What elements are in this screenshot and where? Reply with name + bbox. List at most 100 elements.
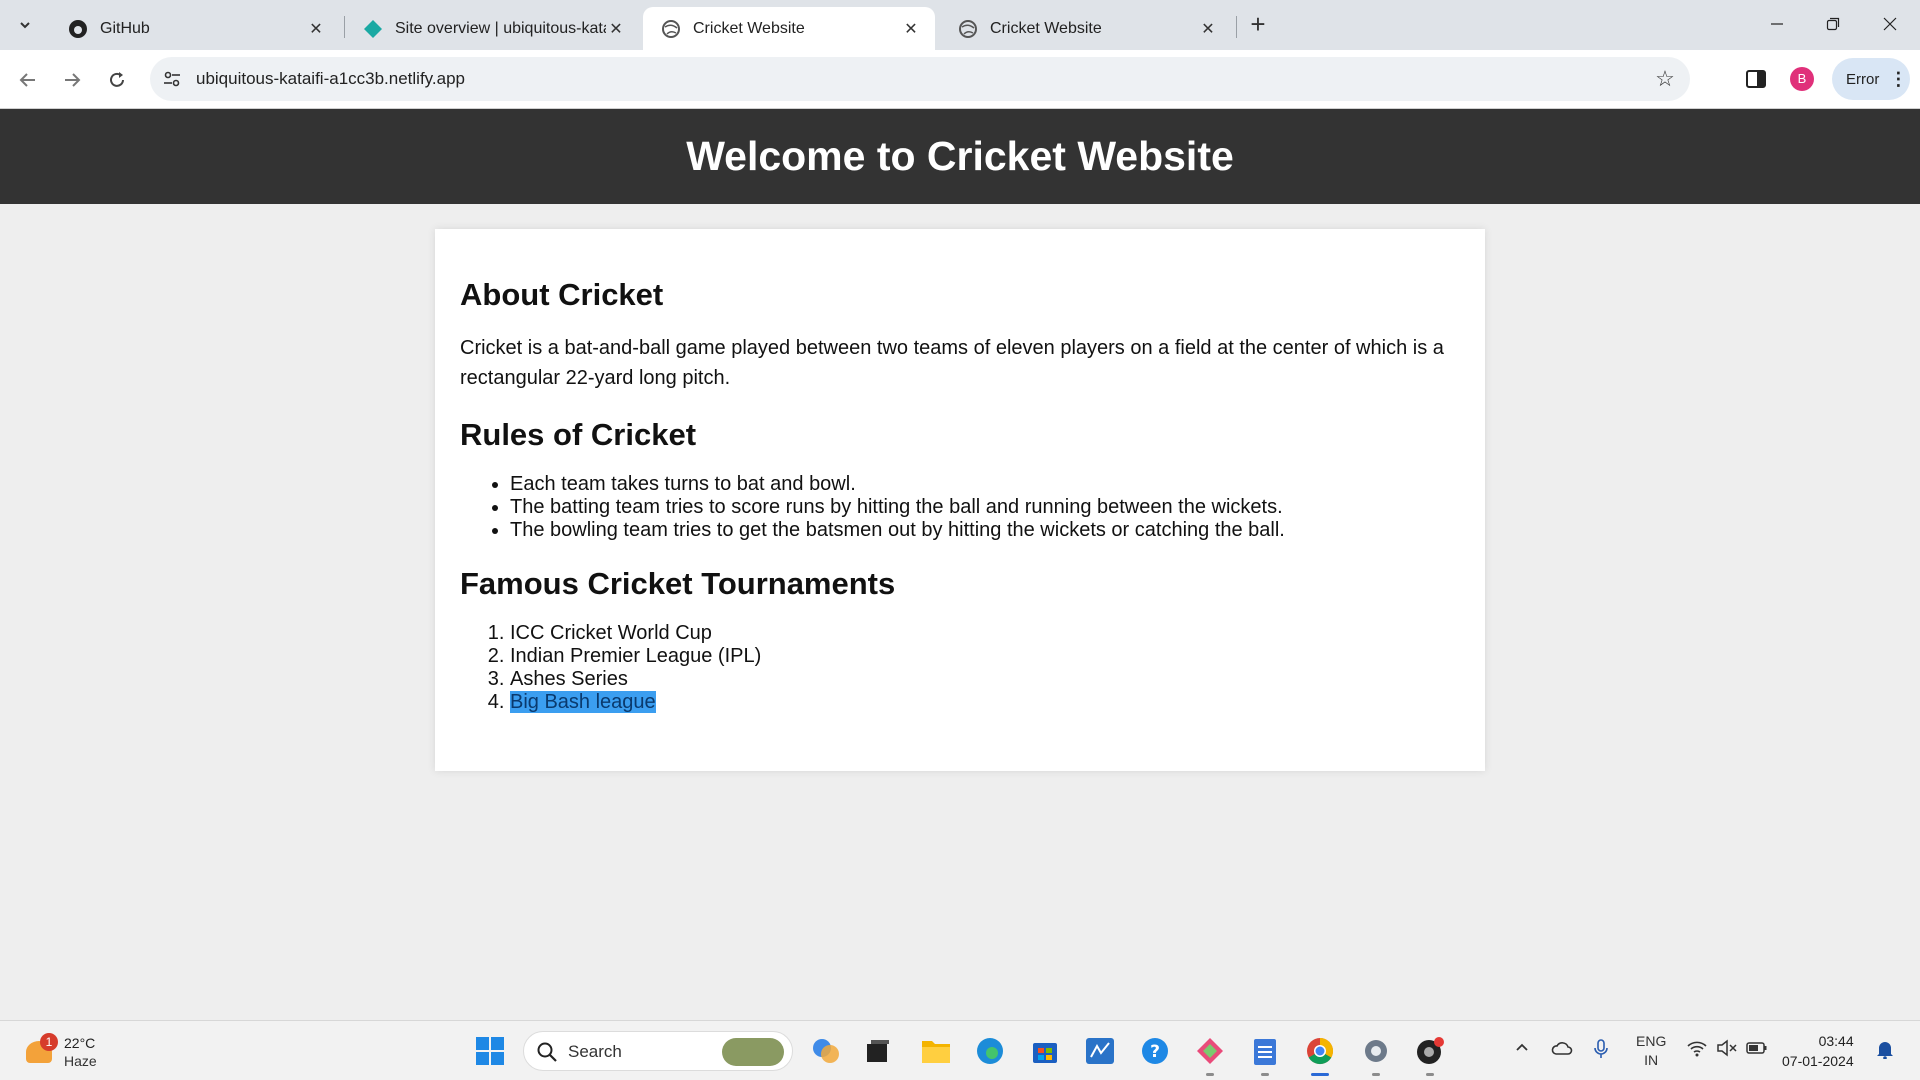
task-view-app[interactable] <box>860 1033 896 1069</box>
clock-time: 03:44 <box>1818 1033 1854 1049</box>
notification-badge: 1 <box>40 1033 58 1051</box>
address-bar[interactable]: ubiquitous-kataifi-a1cc3b.netlify.app ☆ <box>150 57 1690 101</box>
show-hidden-icons[interactable] <box>1514 1039 1530 1059</box>
arrow-left-icon <box>19 73 35 87</box>
bookmark-star-icon[interactable]: ☆ <box>1652 66 1678 92</box>
close-tab-icon[interactable]: ✕ <box>1198 19 1218 39</box>
chevron-up-icon <box>1516 1043 1528 1051</box>
store-app[interactable] <box>1027 1033 1063 1069</box>
search-highlight-image <box>722 1038 784 1066</box>
notepad-app[interactable] <box>1247 1033 1283 1069</box>
url-text[interactable]: ubiquitous-kataifi-a1cc3b.netlify.app <box>196 69 465 89</box>
edge-app[interactable] <box>972 1033 1008 1069</box>
microphone-icon <box>1594 1039 1608 1058</box>
region-code: IN <box>1644 1052 1659 1068</box>
tab-title: Site overview | ubiquitous-kataifi <box>395 19 606 37</box>
microphone-tray[interactable] <box>1593 1039 1609 1063</box>
tab-cricket[interactable]: Cricket Website ✕ <box>940 7 1232 50</box>
tab-title: Cricket Website <box>990 19 1102 37</box>
task-view-icon <box>867 1040 889 1062</box>
help-app[interactable]: ? <box>1137 1033 1173 1069</box>
error-menu-button[interactable]: Error ⋮ <box>1832 58 1910 100</box>
onedrive-tray[interactable] <box>1551 1039 1573 1061</box>
obs-app[interactable] <box>1412 1033 1448 1069</box>
side-panel-icon[interactable] <box>1742 65 1770 93</box>
netlify-icon <box>363 19 383 39</box>
restore-button[interactable] <box>1813 6 1853 42</box>
wifi-tray[interactable] <box>1686 1039 1708 1061</box>
cloud-icon <box>1551 1042 1573 1055</box>
mylic-app[interactable] <box>1082 1033 1118 1069</box>
taskbar: 1 22°C Haze Search ? ENG IN 03:44 07-01-… <box>0 1020 1920 1080</box>
chrome-app[interactable] <box>1302 1033 1338 1069</box>
list-item: Big Bash league <box>510 691 1460 714</box>
clock-date: 07-01-2024 <box>1782 1053 1854 1069</box>
diamond-app-icon <box>1197 1038 1223 1064</box>
profile-avatar[interactable]: B <box>1790 67 1814 91</box>
close-tab-icon[interactable]: ✕ <box>306 19 326 39</box>
battery-icon <box>1746 1042 1767 1054</box>
back-button[interactable] <box>12 64 44 96</box>
new-tab-button[interactable]: + <box>1244 11 1272 39</box>
close-tab-icon[interactable]: ✕ <box>901 19 921 39</box>
selected-text: Big Bash league <box>510 691 656 713</box>
tab-github[interactable]: GitHub ✕ <box>50 7 340 50</box>
gear-icon <box>1365 1040 1387 1062</box>
system-clock[interactable]: 03:44 07-01-2024 <box>1782 1031 1854 1071</box>
about-section: About Cricket Cricket is a bat-and-ball … <box>460 277 1460 393</box>
folder-icon <box>922 1041 950 1063</box>
tournaments-section: Famous Cricket Tournaments ICC Cricket W… <box>460 566 1460 714</box>
file-explorer-app[interactable] <box>918 1033 954 1069</box>
github-icon <box>68 19 88 39</box>
minimize-icon <box>1771 23 1783 25</box>
reload-button[interactable] <box>101 64 133 96</box>
start-button[interactable] <box>472 1033 508 1069</box>
copilot-app[interactable] <box>808 1033 844 1069</box>
help-icon: ? <box>1142 1038 1168 1064</box>
volume-muted-icon <box>1717 1039 1737 1057</box>
about-heading: About Cricket <box>460 277 664 312</box>
notepad-icon <box>1254 1039 1276 1065</box>
chevron-down-icon <box>20 22 30 29</box>
globe-icon <box>958 19 978 39</box>
tab-title: Cricket Website <box>693 19 805 37</box>
dev-tool-app[interactable] <box>1192 1033 1228 1069</box>
taskbar-search[interactable]: Search <box>523 1031 793 1071</box>
tab-cricket-active[interactable]: Cricket Website ✕ <box>643 7 935 50</box>
list-item: ICC Cricket World Cup <box>510 622 1460 645</box>
browser-toolbar: ubiquitous-kataifi-a1cc3b.netlify.app ☆ … <box>0 50 1920 109</box>
close-icon <box>1883 17 1897 31</box>
tournaments-list: ICC Cricket World Cup Indian Premier Lea… <box>460 622 1460 714</box>
forward-button[interactable] <box>56 64 88 96</box>
search-icon <box>537 1042 557 1062</box>
close-tab-icon[interactable]: ✕ <box>606 19 626 39</box>
running-indicator <box>1261 1073 1269 1076</box>
about-text: Cricket is a bat-and-ball game played be… <box>460 337 1444 389</box>
recording-app-icon <box>1417 1037 1444 1064</box>
settings-app[interactable] <box>1358 1033 1394 1069</box>
running-indicator <box>1426 1073 1434 1076</box>
tab-bar: GitHub ✕ Site overview | ubiquitous-kata… <box>0 0 1920 50</box>
rules-heading: Rules of Cricket <box>460 417 697 452</box>
notifications-tray[interactable] <box>1876 1039 1894 1063</box>
bell-icon <box>1877 1042 1893 1060</box>
windows-icon <box>476 1037 504 1065</box>
tab-title: GitHub <box>100 19 150 37</box>
restore-icon <box>1826 17 1840 31</box>
page-title: Welcome to Cricket Website <box>686 133 1234 179</box>
volume-tray[interactable] <box>1716 1039 1738 1061</box>
tab-search-button[interactable] <box>10 11 40 39</box>
battery-tray[interactable] <box>1746 1039 1768 1061</box>
site-info-icon[interactable] <box>162 69 182 89</box>
search-label: Search <box>568 1042 622 1061</box>
reload-icon <box>110 72 124 87</box>
language-indicator[interactable]: ENG IN <box>1636 1032 1666 1070</box>
close-window-button[interactable] <box>1870 6 1910 42</box>
svg-text:?: ? <box>1150 1042 1160 1062</box>
running-indicator <box>1372 1073 1380 1076</box>
edge-icon <box>977 1038 1003 1064</box>
tab-netlify[interactable]: Site overview | ubiquitous-kataifi ✕ <box>345 7 640 50</box>
weather-widget[interactable]: 1 22°C Haze <box>22 1031 112 1073</box>
minimize-button[interactable] <box>1757 6 1797 42</box>
arrow-right-icon <box>65 73 81 87</box>
